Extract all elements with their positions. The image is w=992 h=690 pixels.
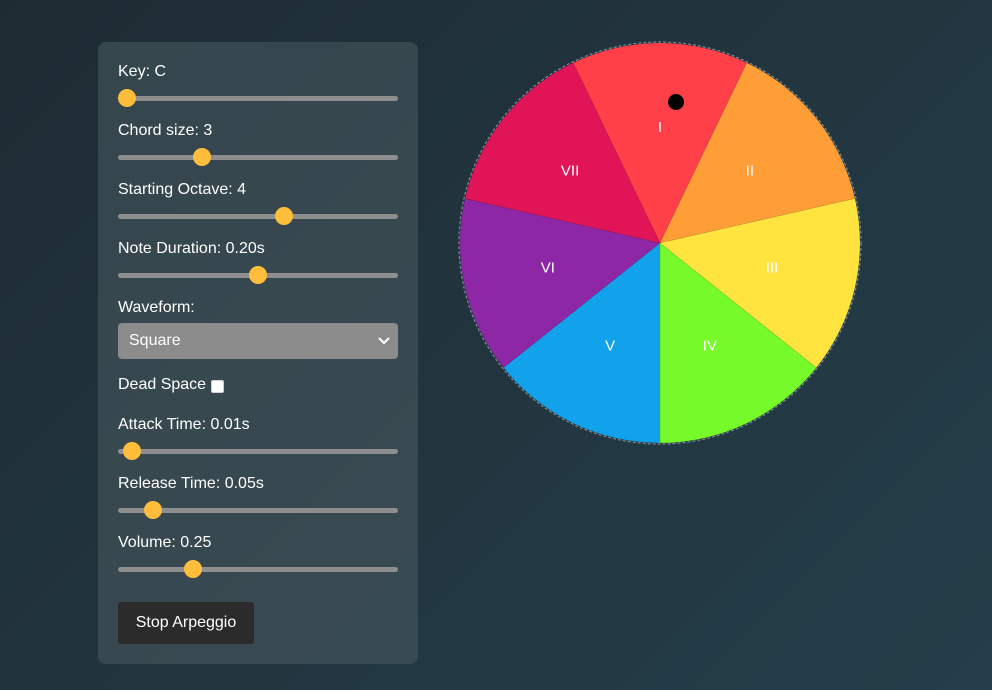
playhead-marker xyxy=(668,94,684,110)
volume-label: Volume: 0.25 xyxy=(118,534,212,551)
waveform-label: Waveform: xyxy=(118,299,195,316)
slider-track xyxy=(118,567,398,572)
slider-thumb[interactable] xyxy=(192,148,211,166)
waveform-selected-value: Square xyxy=(129,332,181,349)
wheel-segment-label: III xyxy=(766,260,779,277)
wheel-segment-label: VI xyxy=(541,260,555,277)
key-slider[interactable] xyxy=(118,88,398,108)
wheel-segment-label: V xyxy=(605,338,615,355)
starting-octave-label: Starting Octave: 4 xyxy=(118,181,247,198)
slider-thumb[interactable] xyxy=(123,442,142,460)
chord-size-slider[interactable] xyxy=(118,147,398,167)
wheel-segment-label: IV xyxy=(703,338,717,355)
starting-octave-slider[interactable] xyxy=(118,206,398,226)
slider-track xyxy=(118,96,398,101)
chevron-down-icon xyxy=(378,323,390,359)
chord-wheel[interactable]: IIIIIIIVVVIVII xyxy=(458,41,862,445)
controls-panel: Key: C Chord size: 3 Starting Octave: 4 … xyxy=(98,42,418,664)
attack-time-slider[interactable] xyxy=(118,441,398,461)
slider-thumb[interactable] xyxy=(183,560,202,578)
wheel-segment-label: I xyxy=(658,119,662,136)
dead-space-label: Dead Space xyxy=(118,376,207,393)
slider-track xyxy=(118,155,398,160)
waveform-select[interactable]: Square xyxy=(118,323,398,359)
key-label: Key: C xyxy=(118,63,167,80)
stop-arpeggio-button[interactable]: Stop Arpeggio xyxy=(118,602,254,644)
release-time-slider[interactable] xyxy=(118,500,398,520)
slider-track xyxy=(118,449,398,454)
slider-thumb[interactable] xyxy=(249,266,267,284)
slider-track xyxy=(118,214,398,219)
attack-time-label: Attack Time: 0.01s xyxy=(118,416,250,433)
dead-space-checkbox[interactable] xyxy=(211,380,224,393)
note-duration-label: Note Duration: 0.20s xyxy=(118,240,265,257)
slider-thumb[interactable] xyxy=(118,89,136,107)
wheel-segment-label: VII xyxy=(561,162,579,179)
chord-size-label: Chord size: 3 xyxy=(118,122,213,139)
volume-slider[interactable] xyxy=(118,559,398,579)
release-time-label: Release Time: 0.05s xyxy=(118,475,264,492)
slider-thumb[interactable] xyxy=(144,501,163,519)
slider-thumb[interactable] xyxy=(275,207,294,225)
wheel-segment-label: II xyxy=(746,162,754,179)
note-duration-slider[interactable] xyxy=(118,265,398,285)
